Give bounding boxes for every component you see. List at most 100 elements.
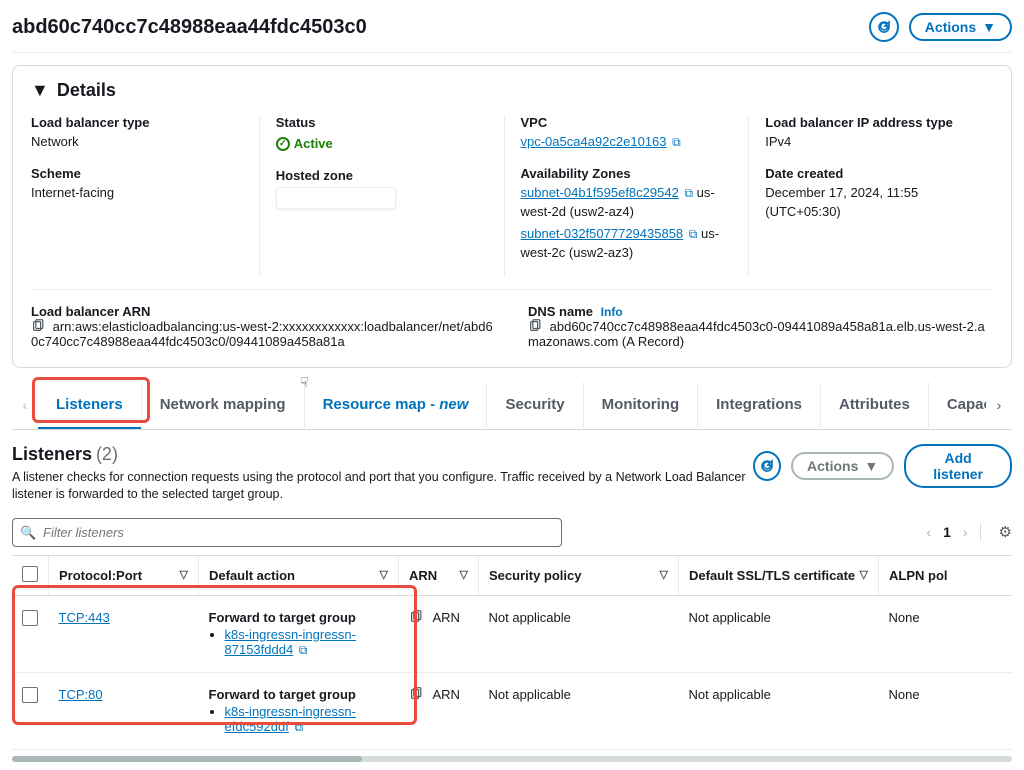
sort-icon[interactable]: ▽ [180, 568, 188, 581]
external-link-icon: ⧉ [672, 135, 681, 149]
type-label: Load balancer type [31, 115, 243, 130]
cert-value: Not applicable [679, 672, 879, 749]
sort-icon[interactable]: ▽ [460, 568, 468, 581]
tab-capacity[interactable]: Capacity - new [928, 382, 986, 429]
page-prev[interactable]: ‹ [926, 524, 931, 540]
listeners-refresh-button[interactable] [753, 451, 781, 481]
table-row: TCP:80 Forward to target group k8s-ingre… [12, 672, 1012, 749]
col-alpn[interactable]: ALPN pol [889, 568, 948, 583]
tabs-bar: ‹ Listeners Network mapping Resource map… [12, 382, 1012, 430]
subnet-link[interactable]: subnet-04b1f595ef8c29542 [521, 185, 679, 200]
page-header: abd60c740cc7c48988eaa44fdc4503c0 Actions… [12, 8, 1012, 53]
tab-resource-map[interactable]: Resource map - new [304, 382, 487, 429]
settings-gear-icon[interactable]: ⚙ [999, 523, 1012, 541]
subnet-row-1: subnet-032f5077729435858 ⧉ us-west-2c (u… [521, 224, 733, 263]
scheme-value: Internet-facing [31, 183, 243, 203]
alpn-value: None [879, 672, 1013, 749]
az-label: Availability Zones [521, 166, 733, 181]
col-default-action[interactable]: Default action [209, 568, 295, 583]
tabs-scroll-left[interactable]: ‹ [12, 397, 38, 413]
tab-integrations[interactable]: Integrations [697, 382, 820, 429]
sort-icon[interactable]: ▽ [860, 568, 868, 581]
arn-label: Load balancer ARN [31, 304, 496, 319]
tab-security[interactable]: Security [486, 382, 582, 429]
details-col-2: Status Active Hosted zone [259, 115, 504, 277]
copy-icon[interactable] [409, 687, 423, 701]
details-grid: Load balancer type Network Scheme Intern… [31, 115, 993, 277]
external-link-icon: ⧉ [689, 227, 698, 241]
details-title: Details [57, 80, 116, 101]
details-col-3: VPC vpc-0a5ca4a92c2e10163 ⧉ Availability… [504, 115, 749, 277]
filter-listeners-input[interactable] [12, 518, 562, 547]
arn-value-row: arn:aws:elasticloadbalancing:us-west-2:x… [31, 319, 496, 349]
hosted-label: Hosted zone [276, 168, 488, 183]
table-row: TCP:443 Forward to target group k8s-ingr… [12, 595, 1012, 672]
forward-label: Forward to target group [209, 610, 389, 625]
sort-icon[interactable]: ▽ [660, 568, 668, 581]
arn-cell-value: ARN [433, 610, 460, 625]
copy-icon[interactable] [31, 319, 45, 333]
copy-icon[interactable] [409, 610, 423, 624]
listeners-actions-dropdown[interactable]: Actions ▼ [791, 452, 894, 480]
listeners-count: (2) [96, 444, 118, 464]
arn-row: Load balancer ARN arn:aws:elasticloadbal… [31, 289, 993, 349]
tab-listeners[interactable]: Listeners [38, 382, 141, 429]
col-cert[interactable]: Default SSL/TLS certificate [689, 568, 855, 583]
dns-value-row: abd60c740cc7c48988eaa44fdc4503c0-0944108… [528, 319, 993, 349]
subnet-link[interactable]: subnet-032f5077729435858 [521, 226, 684, 241]
target-group-link[interactable]: k8s-ingressn-ingressn-87153fddd4 [225, 627, 357, 657]
actions-dropdown[interactable]: Actions ▼ [909, 13, 1012, 41]
date-value: December 17, 2024, 11:55 (UTC+05:30) [765, 183, 977, 222]
search-icon: 🔍 [20, 525, 36, 541]
target-group-link[interactable]: k8s-ingressn-ingressn-efdc592ddf [225, 704, 357, 734]
protocol-link[interactable]: TCP:80 [59, 687, 103, 702]
listeners-title-row: Listeners (2) [12, 444, 753, 465]
caret-collapse-icon: ▼ [31, 80, 49, 101]
col-security-policy[interactable]: Security policy [489, 568, 581, 583]
details-title-row[interactable]: ▼ Details [31, 80, 993, 101]
dns-label-row: DNS name Info [528, 304, 993, 319]
col-arn[interactable]: ARN [409, 568, 437, 583]
refresh-button[interactable] [869, 12, 899, 42]
sort-icon[interactable]: ▽ [380, 568, 388, 581]
copy-icon[interactable] [528, 319, 542, 333]
external-link-icon: ⧉ [294, 720, 303, 734]
row-checkbox[interactable] [22, 687, 38, 703]
page-next[interactable]: › [963, 524, 968, 540]
row-checkbox[interactable] [22, 610, 38, 626]
add-listener-button[interactable]: Add listener [904, 444, 1012, 488]
horizontal-scrollbar-track[interactable] [12, 756, 1012, 762]
status-label: Status [276, 115, 488, 130]
pager: ‹ 1 › ⚙ [926, 523, 1012, 541]
arn-cell-value: ARN [433, 687, 460, 702]
protocol-link[interactable]: TCP:443 [59, 610, 110, 625]
cert-value: Not applicable [679, 595, 879, 672]
tabs-scroll-right[interactable]: › [986, 397, 1012, 413]
select-all-checkbox[interactable] [22, 566, 38, 582]
status-value: Active [276, 134, 333, 154]
tabs-scroll: Listeners Network mapping Resource map -… [38, 382, 986, 429]
scheme-label: Scheme [31, 166, 243, 181]
dns-info-link[interactable]: Info [601, 305, 623, 319]
dns-value: abd60c740cc7c48988eaa44fdc4503c0-0944108… [528, 319, 985, 349]
caret-down-icon: ▼ [864, 458, 878, 474]
refresh-icon [759, 458, 775, 474]
caret-down-icon: ▼ [982, 19, 996, 35]
col-protocol[interactable]: Protocol:Port [59, 568, 142, 583]
tab-attributes[interactable]: Attributes [820, 382, 928, 429]
details-card: ▼ Details Load balancer type Network Sch… [12, 65, 1012, 368]
tab-network-mapping[interactable]: Network mapping [141, 382, 304, 429]
forward-label: Forward to target group [209, 687, 389, 702]
external-link-icon: ⧉ [299, 643, 308, 657]
tab-monitoring[interactable]: Monitoring [583, 382, 697, 429]
filter-row: 🔍 ‹ 1 › ⚙ [12, 518, 1012, 547]
iptype-label: Load balancer IP address type [765, 115, 977, 130]
vpc-link[interactable]: vpc-0a5ca4a92c2e10163 [521, 134, 667, 149]
listeners-actions: Actions ▼ Add listener [753, 444, 1012, 488]
divider [980, 523, 981, 541]
vpc-label: VPC [521, 115, 733, 130]
header-actions: Actions ▼ [869, 12, 1012, 42]
details-col-4: Load balancer IP address type IPv4 Date … [748, 115, 993, 277]
horizontal-scrollbar-thumb[interactable] [12, 756, 362, 762]
sec-policy-value: Not applicable [479, 595, 679, 672]
